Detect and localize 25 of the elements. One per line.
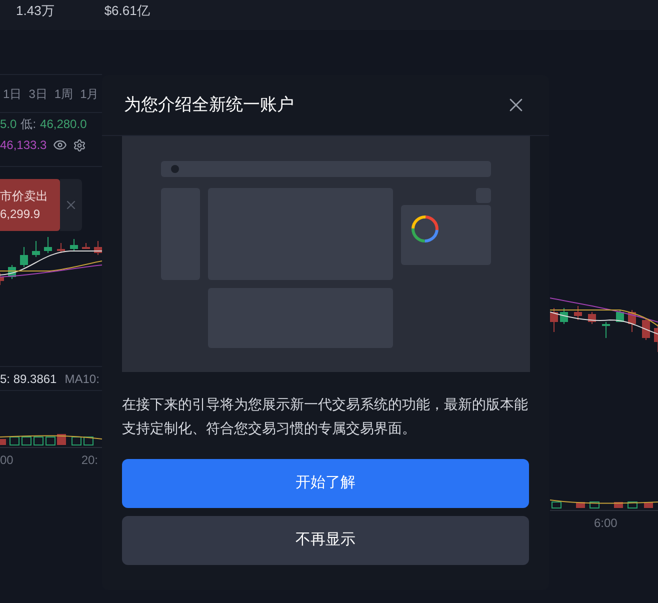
time-label: 6:00 — [594, 514, 618, 532]
market-sell-button[interactable]: 市价卖出 6,299.9 — [0, 179, 60, 231]
stat-value: 1.43万 — [16, 2, 54, 20]
stat-value: $6.61亿 — [104, 2, 150, 20]
dismiss-button[interactable]: 不再显示 — [122, 516, 529, 565]
visibility-icon[interactable] — [52, 138, 67, 152]
dialog-description: 在接下来的引导将为您展示新一代交易系统的功能，最新的版本能支持定制化、符合您交易习惯的专属交易界面。 — [122, 395, 529, 438]
price-value: 46,280.0 — [40, 116, 87, 133]
indicator-reading: 5: 89.3861 — [0, 370, 57, 388]
close-icon — [64, 198, 78, 212]
time-label: 00 — [0, 452, 14, 468]
sell-title: 市价卖出 — [0, 188, 49, 205]
timeframe-tab[interactable]: 3日 — [28, 84, 48, 102]
start-button[interactable]: 开始了解 — [122, 459, 529, 508]
time-label: 20: — [81, 452, 98, 468]
settings-icon[interactable] — [72, 138, 86, 152]
price-label: 低: — [20, 116, 36, 133]
indicator-label: MA10: — [64, 370, 100, 388]
timeframe-tab[interactable]: 1日 — [3, 84, 22, 102]
sell-price: 6,299.9 — [0, 206, 42, 223]
price-value: 5.0 — [0, 116, 17, 133]
ma-value: 46,133.3 — [0, 137, 47, 154]
timeframe-tab[interactable]: 1月 — [80, 84, 99, 102]
timeframe-tab[interactable]: 1周 — [54, 84, 74, 102]
dialog-title: 为您介绍全新统一账户 — [124, 94, 294, 116]
